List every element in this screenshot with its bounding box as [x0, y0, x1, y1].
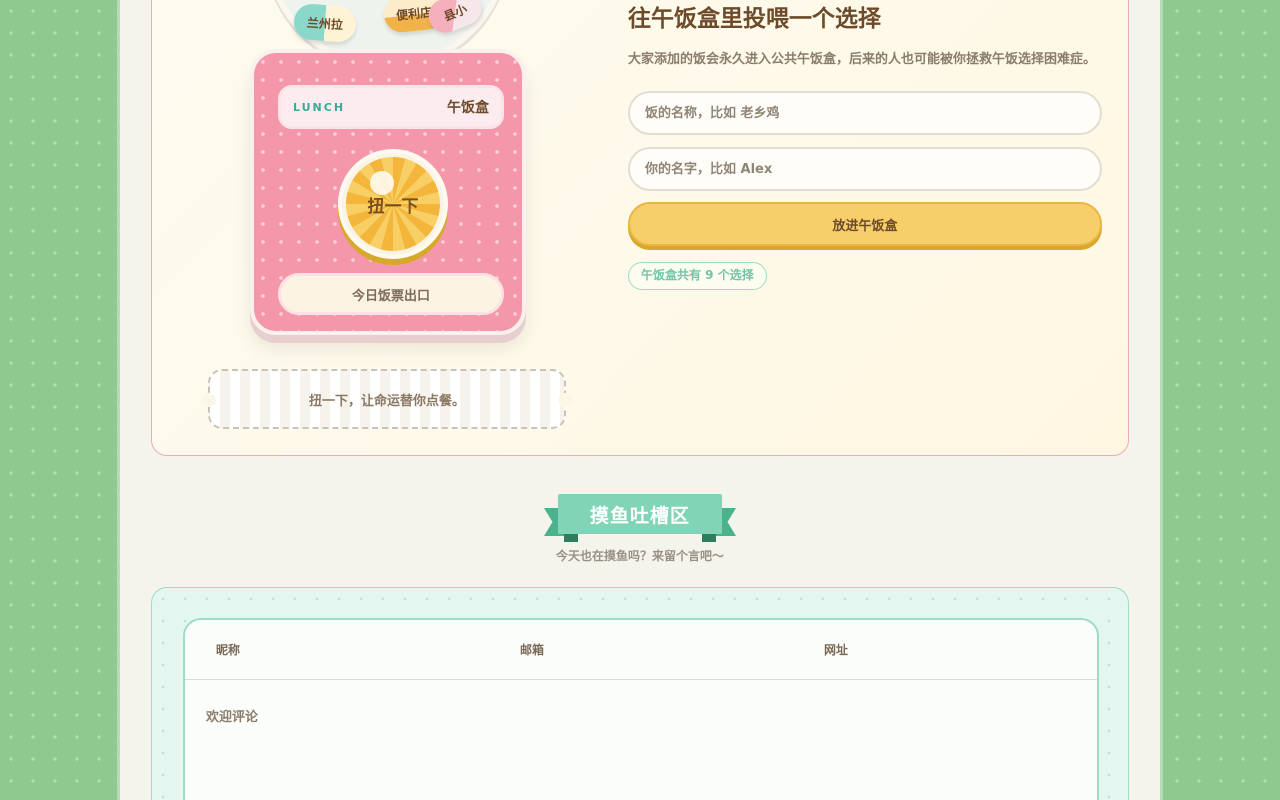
form-description: 大家添加的饭会永久进入公共午饭盒，后来的人也可能被你拯救午饭选择困难症。 [628, 52, 1097, 67]
form-title: 往午饭盒里投喂一个选择 [628, 6, 881, 32]
page-container: 兰州拉 便利店 县小 LUNCH 午饭盒 扭一下 今日饭票出口 扭一下，让命运替… [120, 0, 1160, 800]
email-input[interactable] [489, 620, 793, 679]
ticket-notch [202, 393, 216, 407]
food-name-input[interactable] [628, 91, 1102, 135]
choice-count-badge: 午饭盒共有 9 个选择 [628, 262, 767, 290]
machine-label: LUNCH 午饭盒 [278, 85, 504, 129]
ticket-notch [558, 393, 572, 407]
section-subtitle: 今天也在摸鱼吗？来留个言吧～ [555, 549, 724, 563]
ribbon-fold [564, 534, 578, 542]
lunch-box-card: 兰州拉 便利店 县小 LUNCH 午饭盒 扭一下 今日饭票出口 扭一下，让命运替… [151, 0, 1129, 456]
comment-section [151, 587, 1129, 800]
section-title: 摸鱼吐槽区 [558, 494, 722, 534]
machine-name: 午饭盒 [447, 100, 489, 116]
ticket-text: 扭一下，让命运替你点餐。 [308, 393, 465, 409]
knob-label: 扭一下 [367, 196, 419, 217]
section-ribbon: 摸鱼吐槽区 [544, 494, 736, 544]
ticket-exit-slot: 今日饭票出口 [278, 273, 504, 315]
add-to-lunchbox-button[interactable]: 放进午饭盒 [628, 202, 1102, 246]
twist-knob-button[interactable]: 扭一下 [338, 149, 448, 259]
capsule: 兰州拉 [292, 2, 358, 44]
comment-textarea[interactable] [185, 680, 1097, 800]
comment-meta-row [185, 620, 1097, 680]
nickname-input[interactable] [185, 620, 489, 679]
gacha-machine: LUNCH 午饭盒 扭一下 今日饭票出口 [250, 49, 526, 335]
comment-form [183, 618, 1099, 800]
website-input[interactable] [793, 620, 1097, 679]
ribbon-fold [702, 534, 716, 542]
lunch-tag: LUNCH [293, 100, 346, 114]
add-food-form: 往午饭盒里投喂一个选择 大家添加的饭会永久进入公共午饭盒，后来的人也可能被你拯救… [628, 1, 1102, 290]
your-name-input[interactable] [628, 147, 1102, 191]
capsule-label: 兰州拉 [306, 15, 344, 32]
knob[interactable]: 扭一下 [346, 157, 440, 251]
capsule-label: 便利店 [395, 4, 433, 23]
capsule-label: 县小 [441, 1, 469, 24]
result-ticket: 扭一下，让命运替你点餐。 [202, 369, 572, 429]
